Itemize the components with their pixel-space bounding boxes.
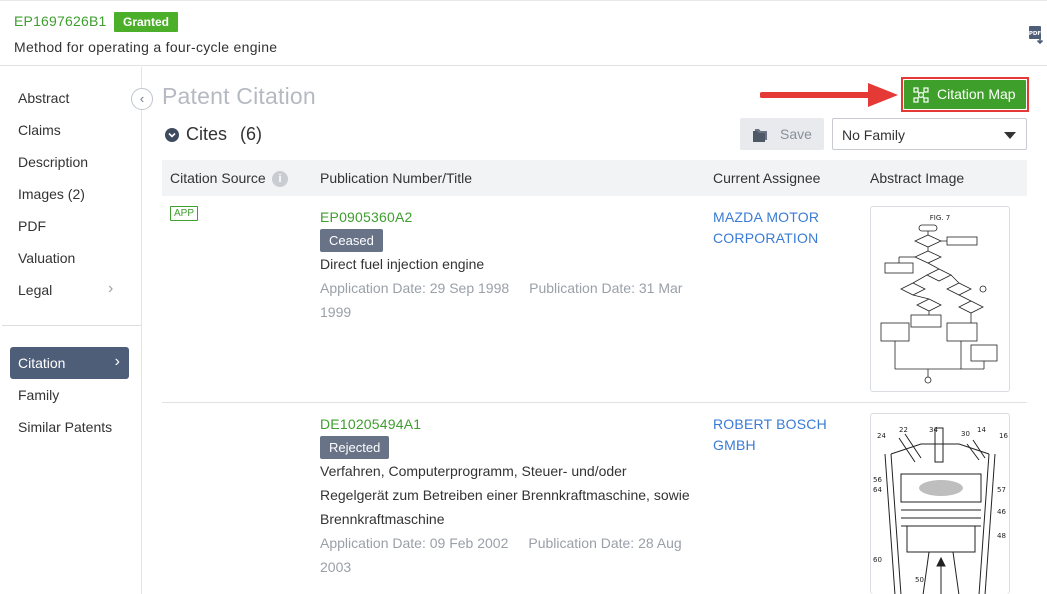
chevron-left-icon[interactable]: ‹ [131, 88, 153, 110]
cites-count: (6) [240, 124, 262, 145]
drawing-reference-label: 16 [999, 432, 1008, 440]
citation-source-tag: APP [170, 206, 198, 221]
publication-dates: Application Date: 29 Sep 1998 Publication… [320, 276, 700, 324]
patent-header: EP1697626B1 Granted Method for operating… [0, 0, 1047, 66]
assignee-line: ROBERT BOSCH [713, 416, 827, 432]
patent-number[interactable]: EP1697626B1 [14, 13, 107, 29]
caret-down-icon [1004, 132, 1016, 139]
sidebar-item-valuation[interactable]: Valuation [18, 248, 75, 268]
publication-date: Publication Date: 28 Aug [528, 535, 681, 551]
sidebar-item-citation[interactable]: Citation › [10, 347, 129, 379]
chevron-right-icon: › [108, 279, 113, 299]
table-header: Citation Source i Publication Number/Tit… [162, 160, 1027, 196]
drawing-reference-label: 22 [899, 426, 908, 434]
sidebar-divider [2, 325, 141, 326]
pdf-download-icon[interactable]: PDF [1028, 25, 1044, 45]
publication-title: Direct fuel injection engine [320, 252, 700, 276]
drawing-reference-label: 14 [977, 426, 986, 434]
status-badge: Ceased [320, 229, 383, 252]
drawing-reference-label: 50 [915, 576, 924, 584]
chevron-right-icon: › [115, 352, 120, 372]
assignee-line: CORPORATION [713, 230, 818, 246]
drawing-reference-label: 34 [929, 426, 938, 434]
sidebar-item-label: Citation [18, 353, 65, 373]
family-filter-value: No Family [842, 127, 905, 143]
column-header-assignee: Current Assignee [713, 170, 820, 186]
title-line: Verfahren, Computerprogramm, Steuer- und… [320, 463, 627, 479]
drawing-reference-label: 46 [997, 508, 1006, 516]
assignee-line: GMBH [713, 437, 756, 453]
page-title: Patent Citation [162, 83, 316, 110]
publication-date-year: 2003 [320, 559, 351, 575]
publication-title: Verfahren, Computerprogramm, Steuer- und… [320, 459, 700, 531]
save-button[interactable]: Save [740, 118, 824, 150]
sidebar-item-images[interactable]: Images (2) [18, 184, 85, 204]
application-date: Application Date: 09 Feb 2002 [320, 535, 508, 551]
annotation-arrow-icon [760, 82, 900, 110]
citation-map-label: Citation Map [937, 80, 1016, 109]
sidebar-item-abstract[interactable]: Abstract [18, 88, 69, 108]
flowchart-drawing: FIG. 7 [871, 207, 1009, 391]
sidebar-item-pdf[interactable]: PDF [18, 216, 46, 236]
column-header-publication: Publication Number/Title [320, 170, 472, 186]
folder-icon [752, 126, 770, 142]
publication-number-link[interactable]: DE10205494A1 [320, 416, 421, 432]
sidebar-item-family[interactable]: Family [18, 385, 59, 405]
sidebar-item-legal[interactable]: Legal [18, 280, 52, 300]
publication-date: Publication Date: 31 Mar [529, 280, 682, 296]
drawing-reference-label: 24 [877, 432, 886, 440]
drawing-reference-label: 56 [873, 476, 882, 484]
column-header-abstract-image: Abstract Image [870, 170, 964, 186]
status-badge: Granted [114, 12, 178, 32]
save-label: Save [780, 126, 812, 142]
application-date: Application Date: 29 Sep 1998 [320, 280, 509, 296]
info-icon[interactable]: i [272, 171, 288, 187]
sidebar-nav: Abstract Claims Description Images (2) P… [0, 67, 142, 594]
status-badge: Rejected [320, 436, 389, 459]
row-divider [162, 402, 1027, 403]
sidebar-item-claims[interactable]: Claims [18, 120, 61, 140]
sidebar-item-similar-patents[interactable]: Similar Patents [18, 417, 112, 437]
collapse-toggle-icon[interactable] [165, 128, 179, 142]
publication-dates: Application Date: 09 Feb 2002 Publication… [320, 531, 700, 579]
abstract-image-thumbnail[interactable]: 24 22 34 30 14 16 56 64 57 46 48 60 50 [870, 413, 1010, 594]
cites-heading: Cites [186, 124, 227, 145]
assignee-link[interactable]: MAZDA MOTOR CORPORATION [713, 207, 853, 249]
citation-map-button[interactable]: Citation Map [904, 80, 1026, 109]
drawing-reference-label: 64 [873, 486, 882, 494]
column-header-citation-source: Citation Source [170, 170, 266, 186]
network-map-icon [913, 87, 929, 103]
title-line: Brennkraftmaschine [320, 511, 445, 527]
assignee-line: MAZDA MOTOR [713, 209, 819, 225]
drawing-reference-label: 60 [873, 556, 882, 564]
title-line: Regelgerät zum Betreiben einer Brennkraf… [320, 487, 690, 503]
drawing-reference-label: 48 [997, 532, 1006, 540]
family-filter-select[interactable]: No Family [832, 118, 1027, 150]
svg-text:PDF: PDF [1029, 31, 1042, 37]
drawing-reference-label: 30 [961, 430, 970, 438]
abstract-image-thumbnail[interactable]: FIG. 7 [870, 206, 1010, 392]
publication-date-year: 1999 [320, 304, 351, 320]
figure-caption: FIG. 7 [930, 214, 950, 222]
piston-drawing: 24 22 34 30 14 16 56 64 57 46 48 60 50 [871, 414, 1009, 594]
assignee-link[interactable]: ROBERT BOSCH GMBH [713, 414, 853, 456]
patent-title: Method for operating a four-cycle engine [14, 39, 277, 55]
sidebar-item-description[interactable]: Description [18, 152, 88, 172]
drawing-reference-label: 57 [997, 486, 1006, 494]
publication-number-link[interactable]: EP0905360A2 [320, 209, 413, 225]
